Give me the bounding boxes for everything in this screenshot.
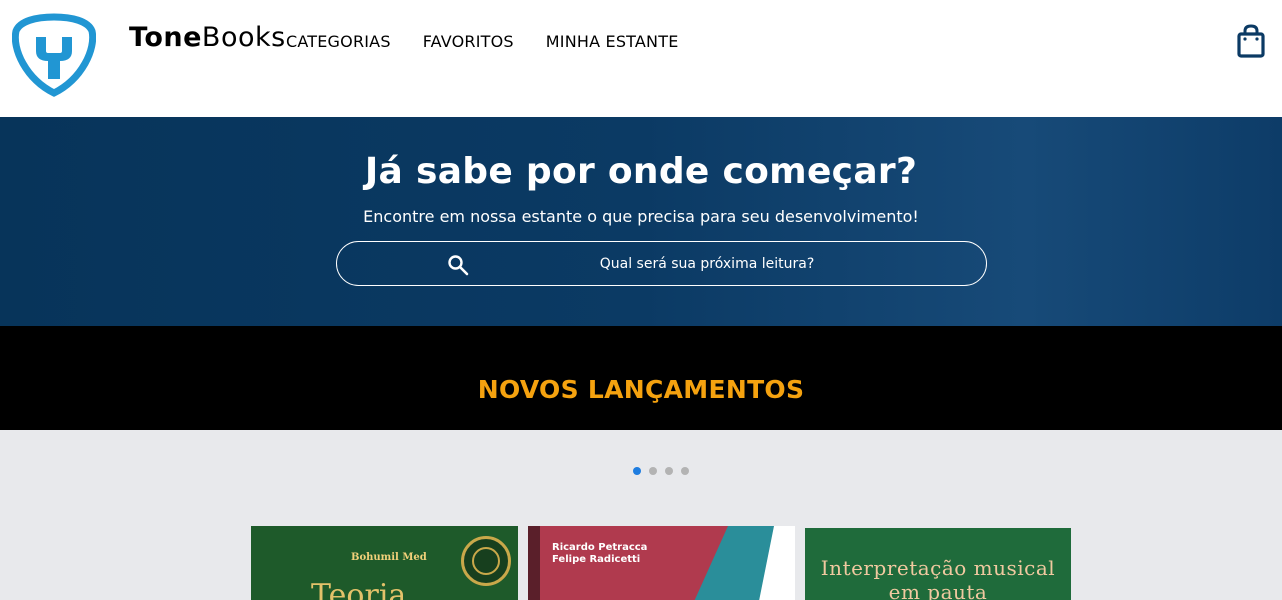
search-input[interactable] xyxy=(487,242,927,285)
main-nav: CATEGORIAS FAVORITOS MINHA ESTANTE xyxy=(286,32,679,51)
hero-title: Já sabe por onde começar? xyxy=(364,151,918,192)
nav-categorias[interactable]: CATEGORIAS xyxy=(286,32,391,51)
book-2-cover-white xyxy=(758,526,795,600)
shopping-bag-icon[interactable] xyxy=(1236,24,1266,58)
book-2-spine xyxy=(528,526,540,600)
search-icon[interactable] xyxy=(447,254,469,276)
brand-light: Books xyxy=(201,22,286,53)
book-card-2[interactable]: Ricardo Petracca Felipe Radicetti xyxy=(528,526,795,600)
releases-carousel: Bohumil Med Teoria Ricardo Petracca Feli… xyxy=(0,430,1282,600)
book-2-author-1: Ricardo Petracca xyxy=(552,542,648,553)
brand-name[interactable]: ToneBooks xyxy=(129,22,286,53)
carousel-dot-2[interactable] xyxy=(649,467,657,475)
book-card-3[interactable]: Interpretação musical em pauta xyxy=(805,528,1071,600)
book-card-1[interactable]: Bohumil Med Teoria xyxy=(251,526,518,600)
book-3-title: Interpretação musical em pauta xyxy=(820,556,1056,600)
tonebooks-logo[interactable] xyxy=(12,13,96,97)
carousel-dot-3[interactable] xyxy=(665,467,673,475)
book-1-seal xyxy=(461,536,511,586)
carousel-dot-4[interactable] xyxy=(681,467,689,475)
carousel-dots xyxy=(633,467,689,475)
book-2-author-2: Felipe Radicetti xyxy=(552,554,641,565)
releases-header: NOVOS LANÇAMENTOS xyxy=(0,326,1282,430)
nav-favoritos[interactable]: FAVORITOS xyxy=(423,32,514,51)
book-1-author: Bohumil Med xyxy=(351,552,427,563)
brand-bold: Tone xyxy=(129,22,202,53)
book-1-title: Teoria xyxy=(311,578,407,600)
search-bar[interactable] xyxy=(336,241,987,286)
hero-banner: Já sabe por onde começar? Encontre em no… xyxy=(0,117,1282,326)
site-header: ToneBooks CATEGORIAS FAVORITOS MINHA EST… xyxy=(0,0,1282,117)
nav-minha-estante[interactable]: MINHA ESTANTE xyxy=(546,32,679,51)
hero-subtitle: Encontre em nossa estante o que precisa … xyxy=(363,207,919,226)
releases-title: NOVOS LANÇAMENTOS xyxy=(477,375,805,404)
carousel-dot-1[interactable] xyxy=(633,467,641,475)
book-2-authors: Ricardo Petracca Felipe Radicetti xyxy=(552,542,647,566)
